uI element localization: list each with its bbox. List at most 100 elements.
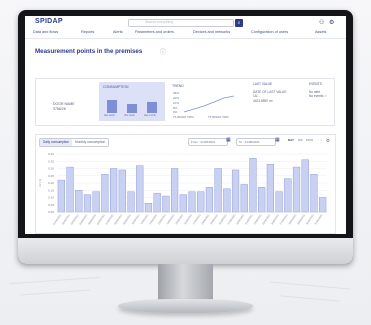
trend-sparkline: 35% 20% 10% 5% 0% TS 08/2021 TRIM TS 08/…: [173, 91, 235, 119]
chart-bar: [231, 169, 240, 213]
chart-bar: [292, 166, 301, 213]
chart-bar: [214, 168, 222, 213]
y-tick-label: 0.05: [48, 203, 54, 207]
last-value-title: LAST VALUE: [253, 82, 273, 86]
toggle-monthly[interactable]: Monthly consumption: [72, 139, 108, 146]
x-tick-label: 31/08/2021: [314, 213, 324, 225]
segment-week[interactable]: WK: [298, 138, 303, 142]
chart-bar: [310, 174, 318, 213]
consumption-caption: last month: [144, 114, 156, 117]
events-line: No events ✓: [309, 94, 327, 98]
last-value-card[interactable]: LAST VALUE DATE OF LAST VALUE 14/... 442…: [253, 82, 303, 121]
consumption-toggle: Daily consumption Monthly consumption: [39, 138, 110, 147]
search-placeholder: Search everything: [145, 20, 174, 24]
consumption-caption: this week: [124, 114, 135, 117]
monitor-stand-base: [118, 299, 253, 313]
consumption-bar: [147, 102, 157, 113]
user-icon[interactable]: ⚇: [319, 19, 324, 26]
nav-users-config[interactable]: Configuration of users: [251, 30, 288, 34]
chart-bar: [170, 168, 179, 213]
to-date-input[interactable]: To : 31/08/2021: [236, 138, 276, 146]
settings-icon[interactable]: ⚙: [326, 138, 330, 144]
chart-bar: [301, 159, 309, 213]
screen: SPIDAP Search everything ⌕ ⚇ ⚙ Data and …: [25, 16, 346, 234]
nav-devices-networks[interactable]: Devices and networks: [193, 30, 230, 34]
nav-reports[interactable]: Reports: [81, 30, 94, 34]
nav-data-flows[interactable]: Data and flows: [33, 30, 58, 34]
y-tick-label: 0.40: [48, 152, 54, 156]
monitor-stand-neck: [158, 264, 213, 302]
chart-bar: [179, 194, 187, 213]
consumption-title: CONSUMPTION: [103, 85, 129, 89]
chart-bar: [136, 165, 144, 213]
y-tick-label: 0.20: [48, 181, 54, 185]
chart-bar: [127, 191, 135, 213]
point-name: DOOR NAME 3756/26: [53, 102, 75, 112]
y-tick-label: 0.10: [48, 196, 54, 200]
y-tick-label: 0.30: [48, 167, 54, 171]
chart-bar: [153, 192, 161, 213]
chart-bar: [57, 179, 65, 213]
chart-bar: [162, 195, 170, 213]
calendar-icon[interactable]: ▦: [275, 137, 280, 143]
trend-axis-label: 35%: [173, 91, 179, 95]
chart-bar: [83, 194, 92, 213]
segment-month[interactable]: MON: [306, 138, 313, 142]
nav-assets[interactable]: Assets: [315, 30, 326, 34]
calendar-icon[interactable]: ▦: [226, 137, 231, 143]
main-nav: Data and flows Reports Alerts Parameters…: [25, 29, 346, 39]
y-tick-label: 0.00: [48, 210, 54, 214]
from-date-input[interactable]: From : 01/08/2021: [188, 138, 228, 146]
info-icon[interactable]: ⓘ: [160, 47, 166, 56]
chart-bar: [92, 191, 100, 213]
chart-bar: [118, 169, 126, 213]
app-logo[interactable]: SPIDAP: [35, 18, 63, 25]
y-axis-label: m³ / d: [38, 179, 42, 187]
chart-bar: [110, 168, 118, 213]
point-id-line: 3756/26: [53, 107, 66, 111]
events-card[interactable]: EVENTS No alert No events ✓: [309, 82, 339, 121]
y-tick-label: 0.35: [48, 159, 54, 163]
chart-bar: [66, 166, 74, 213]
chart-bar: [249, 158, 257, 213]
consumption-caption: last week: [104, 114, 115, 117]
chart-bar: [258, 187, 266, 213]
chart-bar: [188, 191, 196, 213]
chart-bar: [275, 191, 283, 213]
trend-card[interactable]: TREND 35% 20% 10% 5% 0% TS 08/2021 TRIM …: [172, 82, 240, 121]
events-title: EVENTS: [309, 82, 322, 86]
consumption-bar: [107, 100, 117, 113]
search-icon[interactable]: ⌕: [235, 19, 243, 27]
chart-bar: [266, 163, 274, 213]
y-tick-label: 0.25: [48, 174, 54, 178]
last-value-line: 4423.6890 m³: [253, 98, 273, 103]
trend-footer: TS 08/2021 TRIM: [173, 115, 193, 119]
y-tick-label: 0.15: [48, 188, 54, 192]
chart-bar: [223, 188, 231, 213]
chart-bar: [144, 203, 153, 213]
chart-bar: [284, 178, 292, 213]
chart-bar: [319, 197, 327, 213]
chart-bar: [240, 184, 248, 213]
consumption-bar: [127, 104, 137, 113]
nav-alerts[interactable]: Alerts: [113, 30, 123, 34]
page-title: Measurement points in the premises: [35, 48, 143, 55]
trend-line: [183, 95, 235, 113]
daily-consumption-chart: 0.40 0.35 0.30 0.25 0.20 0.15 0.10 0.05 0.00 m³ /…: [38, 152, 327, 225]
settings-icon[interactable]: ⚙: [329, 19, 334, 26]
trend-axis-label: 10%: [173, 101, 179, 105]
trend-axis-label: 20%: [173, 96, 179, 100]
chart-bar: [205, 187, 214, 213]
search-input[interactable]: Search everything: [128, 19, 234, 27]
more-icon[interactable]: ⋮: [319, 138, 323, 143]
monitor-chin: [18, 238, 353, 264]
consumption-card[interactable]: CONSUMPTION last week this week last mon…: [99, 82, 165, 121]
chart-bar: [75, 190, 83, 213]
nav-parameters-orders[interactable]: Parameters and orders: [135, 30, 174, 34]
trend-axis-label: 0%: [173, 110, 178, 114]
trend-footer: TS 08/2021 TRIM: [208, 115, 228, 119]
segment-day[interactable]: DAY: [288, 138, 294, 142]
chart-bar: [101, 174, 109, 213]
toggle-daily[interactable]: Daily consumption: [40, 139, 73, 146]
chart-bar: [197, 191, 205, 213]
